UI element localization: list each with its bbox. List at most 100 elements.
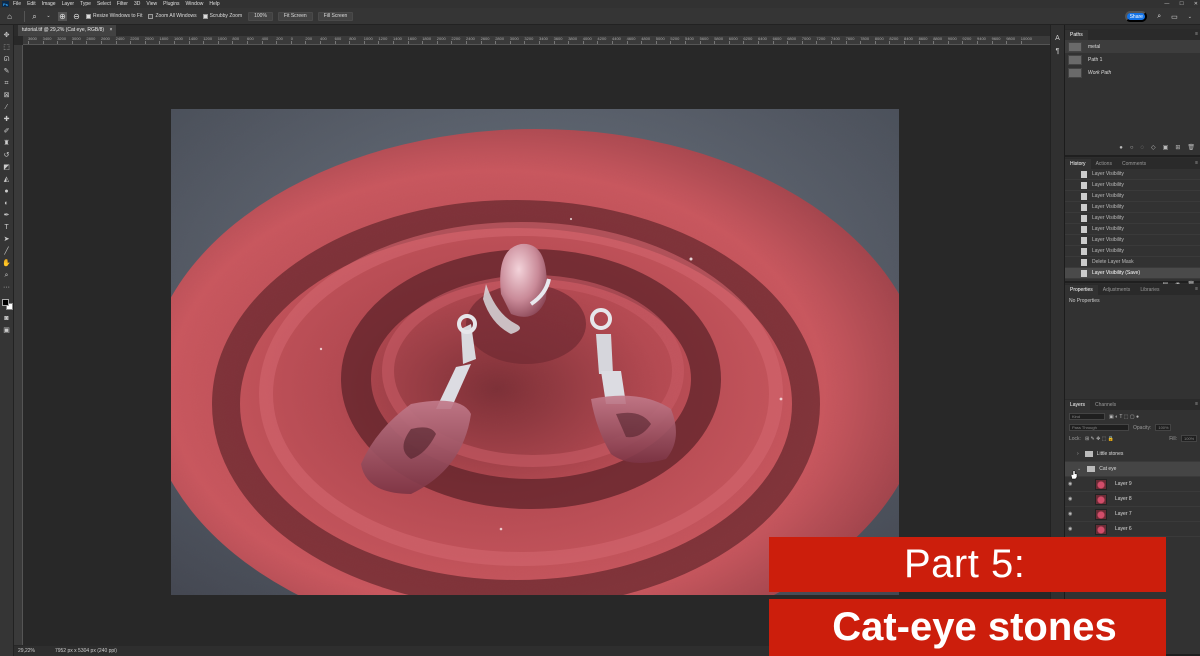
history-item[interactable]: Layer Visibility (1065, 169, 1200, 180)
close-icon[interactable]: × (109, 27, 112, 33)
type-tool-icon[interactable]: T (2, 223, 12, 232)
visibility-eye-icon[interactable]: ◉ (1068, 496, 1077, 502)
tab-adjustments[interactable]: Adjustments (1098, 285, 1136, 295)
zoom-out-icon[interactable]: ⊖ (72, 12, 81, 21)
resize-windows-checkbox[interactable]: Resize Windows to Fit (86, 13, 142, 19)
history-item-selected[interactable]: Layer Visibility (Save) (1065, 268, 1200, 279)
zoom-100-button[interactable]: 100% (248, 11, 273, 21)
history-item[interactable]: Layer Visibility (1065, 191, 1200, 202)
history-brush-icon[interactable]: ↺ (2, 151, 12, 160)
history-item[interactable]: Layer Visibility (1065, 213, 1200, 224)
layer-group-row-selected[interactable]: ⌄ Cat eye (1065, 462, 1200, 477)
zoom-tool-icon[interactable]: ⌕ (30, 12, 39, 21)
panel-menu-icon[interactable]: ≡ (1195, 286, 1198, 292)
menu-select[interactable]: Select (97, 1, 111, 7)
history-item[interactable]: Layer Visibility (1065, 180, 1200, 191)
blur-tool-icon[interactable]: ● (2, 187, 12, 196)
marquee-tool-icon[interactable]: ⬚ (2, 43, 12, 52)
menu-help[interactable]: Help (209, 1, 219, 7)
lock-icons[interactable]: ⊞ ✎ ✥ ⬚ 🔒 (1085, 436, 1114, 442)
document-image[interactable] (171, 109, 899, 595)
history-item[interactable]: Delete Layer Mask (1065, 257, 1200, 268)
dodge-tool-icon[interactable]: ◐ (2, 199, 12, 208)
workspace-icon[interactable]: ▭ (1171, 13, 1178, 21)
fill-screen-button[interactable]: Fill Screen (317, 11, 354, 21)
lasso-tool-icon[interactable]: ᘏ (2, 55, 12, 64)
fill-input[interactable]: 100% (1181, 435, 1197, 442)
paragraph-panel-icon[interactable]: ¶ (1056, 48, 1060, 55)
tab-actions[interactable]: Actions (1091, 159, 1117, 169)
opacity-input[interactable]: 100% (1155, 424, 1172, 431)
eyedropper-tool-icon[interactable]: ⁄ (2, 103, 12, 112)
search-icon[interactable]: ⌕ (1157, 13, 1161, 21)
tab-history[interactable]: History (1065, 159, 1091, 169)
layer-row[interactable]: ◉ Layer 6 (1065, 522, 1200, 537)
frame-tool-icon[interactable]: ⊠ (2, 91, 12, 100)
menu-image[interactable]: Image (42, 1, 56, 7)
zoom-level[interactable]: 29,22% (18, 648, 35, 654)
menu-filter[interactable]: Filter (117, 1, 128, 7)
document-dimensions[interactable]: 7952 px x 5304 px (240 ppi) (55, 648, 117, 654)
menu-3d[interactable]: 3D (134, 1, 140, 7)
scrubby-zoom-checkbox[interactable]: Scrubby Zoom (202, 13, 242, 19)
eraser-tool-icon[interactable]: ◩ (2, 163, 12, 172)
menu-window[interactable]: Window (186, 1, 204, 7)
line-tool-icon[interactable]: ╱ (2, 247, 12, 256)
menu-layer[interactable]: Layer (62, 1, 75, 7)
screen-mode-icon[interactable]: ▣ (2, 326, 12, 335)
quick-mask-icon[interactable]: ◙ (2, 314, 12, 323)
path-select-icon[interactable]: ➤ (2, 235, 12, 244)
visibility-eye-icon[interactable]: ◉ (1068, 526, 1077, 532)
filter-icons[interactable]: ▣ ◐ T ⬚ ▢ ● (1109, 414, 1139, 420)
pen-tool-icon[interactable]: ✒ (2, 211, 12, 220)
path-item[interactable]: metal (1065, 40, 1200, 53)
history-item[interactable]: Layer Visibility (1065, 202, 1200, 213)
layer-row[interactable]: ◉ Layer 8 (1065, 492, 1200, 507)
tab-properties[interactable]: Properties (1065, 285, 1098, 295)
menu-file[interactable]: File (13, 1, 21, 7)
home-icon[interactable]: ⌂ (5, 12, 14, 21)
visibility-eye-icon[interactable]: ◉ (1068, 481, 1077, 487)
blend-mode-select[interactable]: Pass Through (1069, 424, 1129, 431)
move-tool-icon[interactable]: ✥ (2, 31, 12, 40)
layer-row[interactable]: ◉ Layer 9 (1065, 477, 1200, 492)
zoom-in-icon[interactable]: ⊕ (58, 11, 67, 21)
maximize-icon[interactable]: ☐ (1179, 1, 1183, 7)
minimize-icon[interactable]: — (1164, 1, 1169, 7)
panel-menu-icon[interactable]: ≡ (1195, 401, 1198, 407)
more-tools-icon[interactable]: ··· (2, 283, 12, 292)
layer-group-row[interactable]: › Little stones (1065, 447, 1200, 462)
horizontal-ruler[interactable]: 3600 3400 3200 3000 2800 2600 2400 2200 2000 1800… (23, 36, 1050, 45)
menu-view[interactable]: View (146, 1, 157, 7)
tab-layers[interactable]: Layers (1065, 400, 1091, 410)
clone-stamp-icon[interactable]: ♜ (2, 139, 12, 148)
path-item[interactable]: Path 1 (1065, 53, 1200, 66)
close-icon[interactable]: ✕ (1194, 1, 1198, 7)
fit-screen-button[interactable]: Fit Screen (277, 11, 313, 21)
load-selection-icon[interactable]: ◌ (1140, 145, 1144, 151)
menu-type[interactable]: Type (80, 1, 91, 7)
stroke-path-icon[interactable]: ○ (1130, 145, 1134, 151)
tab-libraries[interactable]: Libraries (1135, 285, 1164, 295)
paint-bucket-icon[interactable]: ◭ (2, 175, 12, 184)
share-button[interactable]: Share (1125, 11, 1148, 22)
new-path-icon[interactable]: ⊞ (1175, 144, 1180, 151)
chevron-right-icon[interactable]: › (1077, 451, 1079, 457)
delete-icon[interactable]: 🗑 (1187, 144, 1195, 151)
fill-path-icon[interactable]: ● (1119, 145, 1123, 151)
chevron-down-icon[interactable]: ⌄ (44, 12, 53, 21)
brush-tool-icon[interactable]: ✐ (2, 127, 12, 136)
layer-row[interactable]: ◉ Layer 7 (1065, 507, 1200, 522)
tab-comments[interactable]: Comments (1117, 159, 1151, 169)
vertical-ruler[interactable] (14, 45, 23, 645)
path-item[interactable]: Work Path (1065, 66, 1200, 79)
visibility-eye-icon[interactable]: ◉ (1068, 511, 1077, 517)
menu-edit[interactable]: Edit (27, 1, 36, 7)
add-mask-icon[interactable]: ▣ (1163, 144, 1169, 151)
tab-channels[interactable]: Channels (1090, 400, 1121, 410)
tab-paths[interactable]: Paths (1065, 30, 1088, 40)
panel-menu-icon[interactable]: ≡ (1195, 160, 1198, 166)
history-item[interactable]: Layer Visibility (1065, 235, 1200, 246)
history-item[interactable]: Layer Visibility (1065, 224, 1200, 235)
history-item[interactable]: Layer Visibility (1065, 246, 1200, 257)
